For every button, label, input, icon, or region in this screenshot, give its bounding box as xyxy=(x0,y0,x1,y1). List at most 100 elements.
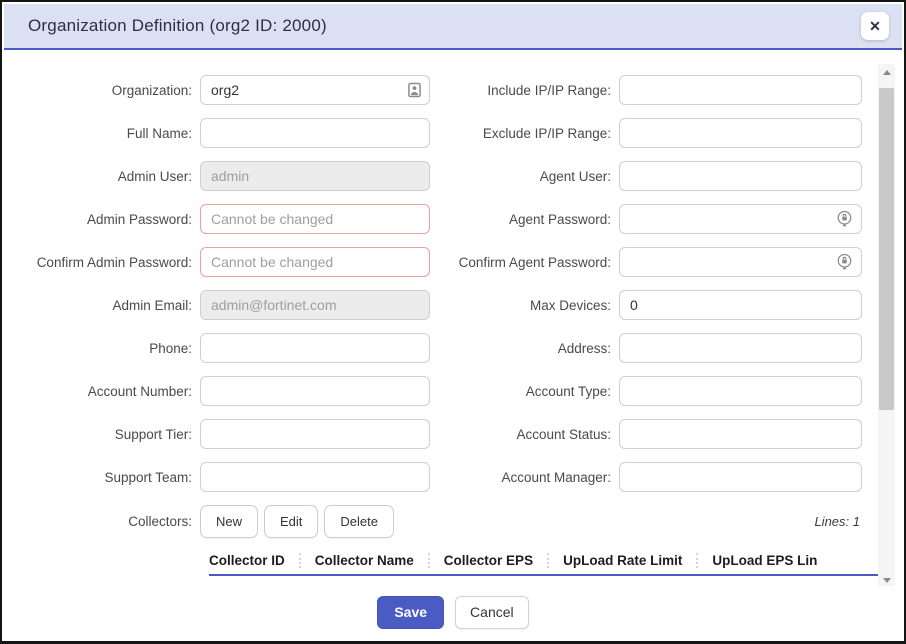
column-header-collector-eps[interactable]: Collector EPS xyxy=(444,553,533,568)
password-reveal-icon[interactable] xyxy=(836,210,853,228)
column-separator xyxy=(428,553,430,568)
field-confirm-admin-password[interactable] xyxy=(200,247,430,277)
organization-definition-dialog: Organization Definition (org2 ID: 2000) … xyxy=(0,0,906,644)
column-header-upload-eps-lin[interactable]: UpLoad EPS Lin xyxy=(712,553,817,568)
autofill-contact-icon xyxy=(408,83,421,98)
field-wrap-include-ip-ip-range xyxy=(619,75,862,105)
field-account-status[interactable] xyxy=(619,419,862,449)
column-header-upload-rate-limit[interactable]: UpLoad Rate Limit xyxy=(563,553,682,568)
form-row: Admin Password: Agent Password: xyxy=(4,204,902,234)
field-address[interactable] xyxy=(619,333,862,363)
field-wrap-max-devices xyxy=(619,290,862,320)
field-wrap-support-team xyxy=(200,462,430,492)
field-wrap-organization xyxy=(200,75,430,105)
new-collector-button[interactable]: New xyxy=(200,505,258,538)
field-support-tier[interactable] xyxy=(200,419,430,449)
field-account-number[interactable] xyxy=(200,376,430,406)
dialog-titlebar: Organization Definition (org2 ID: 2000) … xyxy=(4,4,902,50)
field-wrap-agent-password xyxy=(619,204,862,234)
field-wrap-admin-password xyxy=(200,204,430,234)
field-full-name[interactable] xyxy=(200,118,430,148)
field-wrap-address xyxy=(619,333,862,363)
form-row: Support Tier: Account Status: xyxy=(4,419,902,449)
agent-password-label: Agent Password: xyxy=(430,212,619,227)
confirm-agent-password-label: Confirm Agent Password: xyxy=(430,255,619,270)
dialog-body: Organization: Include IP/IP Range: Full Na… xyxy=(4,54,902,585)
vertical-scrollbar[interactable] xyxy=(878,64,895,588)
field-wrap-exclude-ip-ip-range xyxy=(619,118,862,148)
admin-email-label: Admin Email: xyxy=(4,298,200,313)
field-include-ip-ip-range[interactable] xyxy=(619,75,862,105)
field-wrap-phone xyxy=(200,333,430,363)
field-organization[interactable] xyxy=(200,75,430,105)
field-confirm-agent-password[interactable] xyxy=(619,247,862,277)
form-row: Admin User: Agent User: xyxy=(4,161,902,191)
field-wrap-account-number xyxy=(200,376,430,406)
scrollbar-thumb[interactable] xyxy=(879,88,894,410)
form-row: Confirm Admin Password: Confirm Agent Pas… xyxy=(4,247,902,277)
field-wrap-support-tier xyxy=(200,419,430,449)
cancel-button[interactable]: Cancel xyxy=(455,596,529,629)
organization-label: Organization: xyxy=(4,83,200,98)
field-wrap-account-status xyxy=(619,419,862,449)
phone-label: Phone: xyxy=(4,341,200,356)
column-separator xyxy=(696,553,698,568)
field-wrap-admin-user xyxy=(200,161,430,191)
field-wrap-account-manager xyxy=(619,462,862,492)
agent-user-label: Agent User: xyxy=(430,169,619,184)
lines-count-label: Lines: 1 xyxy=(814,514,860,529)
close-icon: ✕ xyxy=(869,18,881,35)
save-button[interactable]: Save xyxy=(377,596,444,629)
exclude-ip-ip-range-label: Exclude IP/IP Range: xyxy=(430,126,619,141)
password-reveal-icon[interactable] xyxy=(836,253,853,271)
close-button[interactable]: ✕ xyxy=(861,12,889,40)
field-agent-password[interactable] xyxy=(619,204,862,234)
form-row: Full Name: Exclude IP/IP Range: xyxy=(4,118,902,148)
include-ip-ip-range-label: Include IP/IP Range: xyxy=(430,83,619,98)
field-wrap-admin-email xyxy=(200,290,430,320)
admin-password-label: Admin Password: xyxy=(4,212,200,227)
field-admin-password[interactable] xyxy=(200,204,430,234)
collectors-toolbar: NewEditDelete xyxy=(200,505,400,538)
column-header-collector-name[interactable]: Collector Name xyxy=(315,553,414,568)
field-wrap-agent-user xyxy=(619,161,862,191)
admin-user-label: Admin User: xyxy=(4,169,200,184)
arrow-up-icon xyxy=(883,70,891,75)
form-row: Admin Email: Max Devices: xyxy=(4,290,902,320)
account-number-label: Account Number: xyxy=(4,384,200,399)
form-row: Phone:Address: xyxy=(4,333,902,363)
scrollbar-up-button[interactable] xyxy=(878,64,895,80)
organization-form: Organization: Include IP/IP Range: Full Na… xyxy=(4,54,902,492)
form-row: Account Number:Account Type: xyxy=(4,376,902,406)
field-support-team[interactable] xyxy=(200,462,430,492)
edit-collector-button[interactable]: Edit xyxy=(264,505,318,538)
support-team-label: Support Team: xyxy=(4,470,200,485)
column-separator xyxy=(299,553,301,568)
field-wrap-confirm-admin-password xyxy=(200,247,430,277)
field-wrap-account-type xyxy=(619,376,862,406)
field-agent-user[interactable] xyxy=(619,161,862,191)
account-status-label: Account Status: xyxy=(430,427,619,442)
field-admin-user xyxy=(200,161,430,191)
form-row: Organization: Include IP/IP Range: xyxy=(4,75,902,105)
field-account-type[interactable] xyxy=(619,376,862,406)
column-header-collector-id[interactable]: Collector ID xyxy=(209,553,285,568)
form-row: Support Team:Account Manager: xyxy=(4,462,902,492)
collectors-label: Collectors: xyxy=(4,514,200,529)
field-exclude-ip-ip-range[interactable] xyxy=(619,118,862,148)
collector-table-header: Collector ID Collector Name Collector EPS U… xyxy=(209,546,902,574)
full-name-label: Full Name: xyxy=(4,126,200,141)
delete-collector-button[interactable]: Delete xyxy=(324,505,394,538)
confirm-admin-password-label: Confirm Admin Password: xyxy=(4,255,200,270)
collectors-row: Collectors: NewEditDelete Lines: 1 xyxy=(4,505,902,538)
dialog-footer: Save Cancel xyxy=(4,586,902,638)
field-admin-email xyxy=(200,290,430,320)
field-account-manager[interactable] xyxy=(619,462,862,492)
column-separator xyxy=(547,553,549,568)
field-max-devices[interactable] xyxy=(619,290,862,320)
dialog-title: Organization Definition (org2 ID: 2000) xyxy=(28,16,327,36)
support-tier-label: Support Tier: xyxy=(4,427,200,442)
max-devices-label: Max Devices: xyxy=(430,298,619,313)
field-phone[interactable] xyxy=(200,333,430,363)
arrow-down-icon xyxy=(883,578,891,583)
